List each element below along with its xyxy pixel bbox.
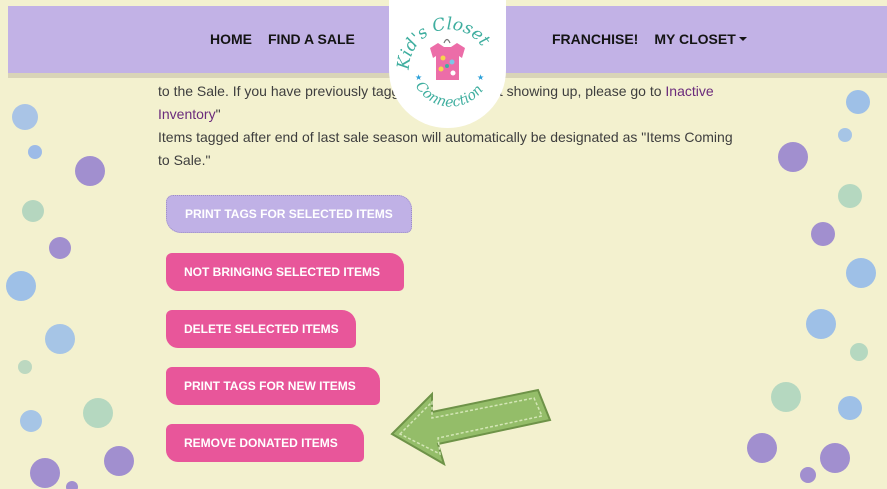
nav-left-group: HOME FIND A SALE [210, 31, 355, 47]
nav-my-closet-dropdown[interactable]: MY CLOSET [654, 31, 747, 47]
nav-home[interactable]: HOME [210, 31, 252, 47]
svg-text:Connection: Connection [412, 79, 487, 111]
print-tags-selected-button[interactable]: PRINT TAGS FOR SELECTED ITEMS [166, 195, 412, 233]
closing-quote: " [215, 106, 221, 122]
svg-text:★: ★ [415, 73, 422, 82]
shirt-icon [430, 38, 465, 80]
nav-franchise[interactable]: FRANCHISE! [552, 31, 638, 47]
logo-graphic: Kid's Closet Connection ★ ★ [394, 14, 495, 111]
instructions-paragraph-2: Items tagged after end of last sale seas… [158, 129, 733, 168]
remove-donated-button[interactable]: REMOVE DONATED ITEMS [166, 424, 364, 462]
instructions-text-end: not showing up, please go to [483, 83, 662, 99]
nav-find-a-sale[interactable]: FIND A SALE [268, 31, 355, 47]
green-arrow-icon [390, 388, 552, 467]
not-bringing-selected-button[interactable]: NOT BRINGING SELECTED ITEMS [166, 253, 404, 291]
nav-right-group: FRANCHISE! MY CLOSET [552, 31, 747, 47]
page-background: HOME FIND A SALE FRANCHISE! MY CLOSET to… [0, 0, 887, 489]
print-tags-new-button[interactable]: PRINT TAGS FOR NEW ITEMS [166, 367, 380, 405]
svg-text:★: ★ [477, 73, 484, 82]
instructions-text-start: to the Sale. If you have previously tagg [158, 83, 400, 99]
caret-down-icon [738, 37, 747, 41]
nav-my-closet-label: MY CLOSET [654, 31, 736, 47]
logo-subtitle: Connection [412, 79, 487, 111]
delete-selected-button[interactable]: DELETE SELECTED ITEMS [166, 310, 356, 348]
kids-closet-logo[interactable]: Kid's Closet Connection ★ ★ [389, 0, 506, 128]
